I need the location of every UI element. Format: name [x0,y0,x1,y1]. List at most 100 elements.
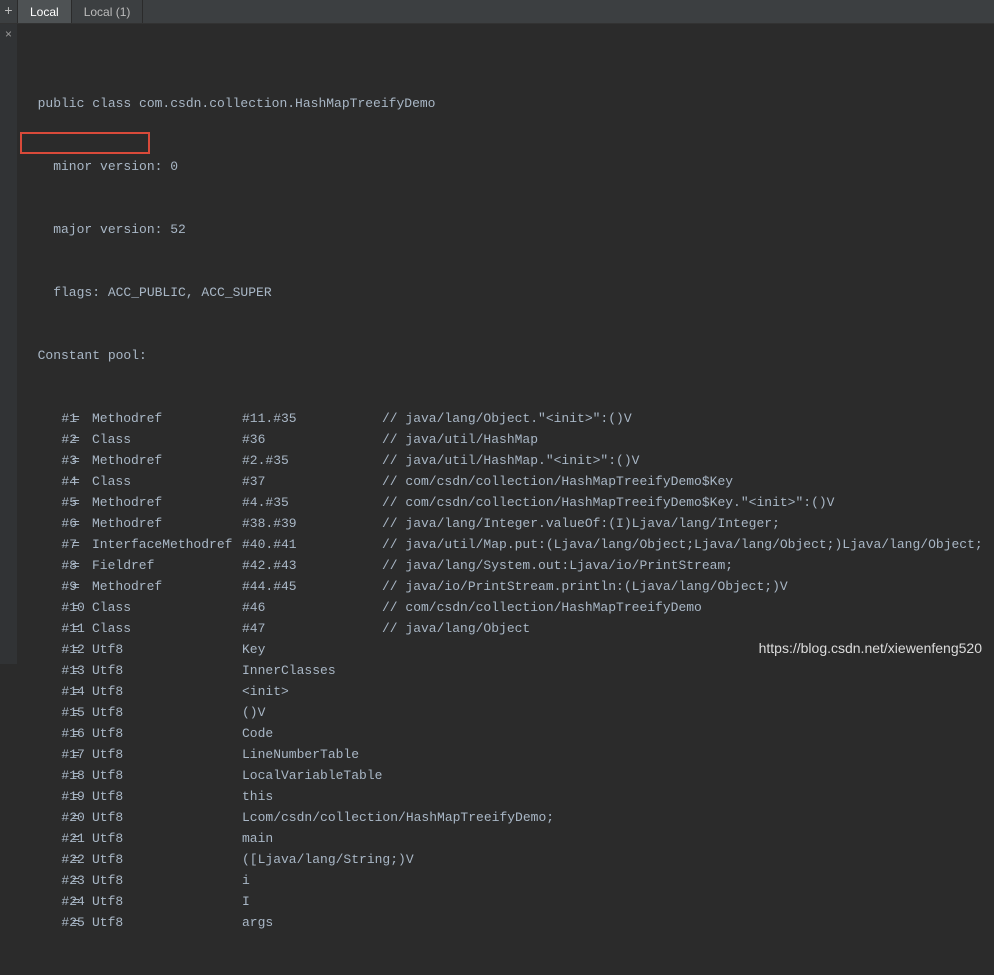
pool-comment: // java/lang/Object [382,618,530,639]
pool-type: Fieldref [92,555,242,576]
pool-ref: #36 [242,429,382,450]
constant-pool-row: #1= Methodref#11.#35// java/lang/Object.… [22,408,990,429]
pool-comment: // java/util/HashMap."<init>":()V [382,450,639,471]
equals-sign: = [72,513,92,534]
pool-index: #20 [22,807,72,828]
pool-ref: main [242,828,382,849]
pool-ref: args [242,912,382,933]
pool-ref: #42.#43 [242,555,382,576]
pool-index: #11 [22,618,72,639]
pool-type: Utf8 [92,912,242,933]
close-icon[interactable]: × [0,28,17,42]
equals-sign: = [72,618,92,639]
pool-index: #17 [22,744,72,765]
pool-ref: #11.#35 [242,408,382,429]
pool-ref: #47 [242,618,382,639]
pool-ref: #38.#39 [242,513,382,534]
equals-sign: = [72,765,92,786]
pool-index: #22 [22,849,72,870]
pool-index: #24 [22,891,72,912]
pool-ref: <init> [242,681,382,702]
code-viewer: public class com.csdn.collection.HashMap… [18,24,994,664]
pool-index: #18 [22,765,72,786]
pool-comment: // com/csdn/collection/HashMapTreeifyDem… [382,597,702,618]
pool-type: Utf8 [92,744,242,765]
constant-pool-row: #14= Utf8<init> [22,681,990,702]
constant-pool-row: #13= Utf8InnerClasses [22,660,990,681]
equals-sign: = [72,891,92,912]
constant-pool-row: #8= Fieldref#42.#43// java/lang/System.o… [22,555,990,576]
constant-pool-row: #25= Utf8args [22,912,990,933]
equals-sign: = [72,429,92,450]
watermark: https://blog.csdn.net/xiewenfeng520 [759,640,982,656]
constant-pool-row: #6= Methodref#38.#39// java/lang/Integer… [22,513,990,534]
pool-type: Utf8 [92,702,242,723]
equals-sign: = [72,786,92,807]
equals-sign: = [72,555,92,576]
pool-type: Utf8 [92,870,242,891]
equals-sign: = [72,681,92,702]
pool-index: #13 [22,660,72,681]
pool-index: #7 [22,534,72,555]
constant-pool-row: #22= Utf8([Ljava/lang/String;)V [22,849,990,870]
equals-sign: = [72,471,92,492]
pool-type: Class [92,471,242,492]
pool-index: #15 [22,702,72,723]
constant-pool-row: #7= InterfaceMethodref#40.#41// java/uti… [22,534,990,555]
equals-sign: = [72,660,92,681]
pool-comment: // java/util/HashMap [382,429,538,450]
pool-ref: Key [242,639,382,660]
pool-index: #12 [22,639,72,660]
constant-pool-row: #10= Class#46// com/csdn/collection/Hash… [22,597,990,618]
pool-index: #2 [22,429,72,450]
pool-ref: LineNumberTable [242,744,382,765]
highlight-box [20,132,150,154]
constant-pool-header: Constant pool: [22,345,990,366]
new-tab-button[interactable]: + [0,0,18,23]
pool-index: #3 [22,450,72,471]
pool-ref: #46 [242,597,382,618]
pool-ref: #44.#45 [242,576,382,597]
equals-sign: = [72,744,92,765]
constant-pool-row: #19= Utf8this [22,786,990,807]
pool-ref: Lcom/csdn/collection/HashMapTreeifyDemo; [242,807,382,828]
constant-pool-row: #4= Class#37// com/csdn/collection/HashM… [22,471,990,492]
pool-type: Utf8 [92,786,242,807]
constant-pool-row: #11= Class#47// java/lang/Object [22,618,990,639]
pool-type: Methodref [92,492,242,513]
equals-sign: = [72,849,92,870]
pool-index: #6 [22,513,72,534]
pool-index: #19 [22,786,72,807]
tab-local-1[interactable]: Local (1) [72,0,144,23]
pool-type: InterfaceMethodref [92,534,242,555]
flags-line: flags: ACC_PUBLIC, ACC_SUPER [22,282,990,303]
pool-ref: I [242,891,382,912]
pool-index: #16 [22,723,72,744]
equals-sign: = [72,639,92,660]
pool-ref: #2.#35 [242,450,382,471]
constant-pool-row: #9= Methodref#44.#45// java/io/PrintStre… [22,576,990,597]
pool-index: #10 [22,597,72,618]
pool-ref: #40.#41 [242,534,382,555]
pool-index: #21 [22,828,72,849]
pool-ref: i [242,870,382,891]
equals-sign: = [72,702,92,723]
tab-bar: + Local Local (1) [0,0,994,24]
tab-local[interactable]: Local [18,0,72,23]
pool-ref: InnerClasses [242,660,382,681]
constant-pool-row: #5= Methodref#4.#35// com/csdn/collectio… [22,492,990,513]
pool-type: Utf8 [92,828,242,849]
pool-type: Methodref [92,408,242,429]
gutter: × [0,24,18,664]
pool-comment: // java/io/PrintStream.println:(Ljava/la… [382,576,788,597]
pool-ref: ()V [242,702,382,723]
pool-type: Methodref [92,513,242,534]
class-declaration: public class com.csdn.collection.HashMap… [22,93,990,114]
pool-ref: LocalVariableTable [242,765,382,786]
pool-type: Utf8 [92,723,242,744]
pool-comment: // java/lang/Integer.valueOf:(I)Ljava/la… [382,513,780,534]
pool-type: Class [92,429,242,450]
constant-pool-row: #17= Utf8LineNumberTable [22,744,990,765]
pool-index: #23 [22,870,72,891]
equals-sign: = [72,450,92,471]
